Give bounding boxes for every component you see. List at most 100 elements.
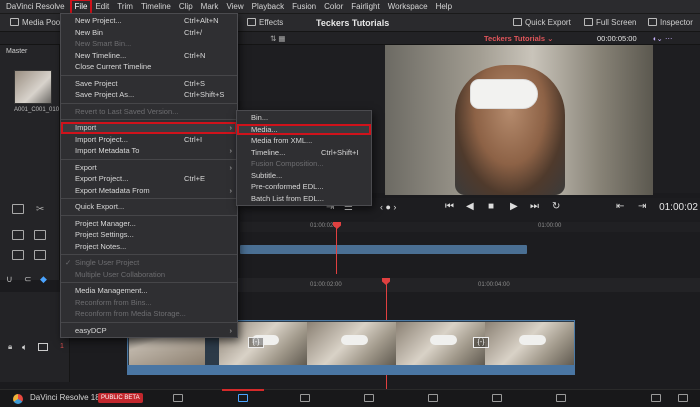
menu-help[interactable]: Help (432, 0, 456, 14)
upper-timeline-clip[interactable] (240, 245, 527, 254)
chevron-right-icon: › (229, 123, 233, 132)
menu-item-export-metadata[interactable]: Export Metadata From › (61, 185, 237, 197)
menu-fairlight[interactable]: Fairlight (347, 0, 383, 14)
clip-thumbnail[interactable] (14, 70, 52, 104)
monitor-icon[interactable] (38, 343, 48, 351)
fusion-page-icon[interactable] (362, 392, 376, 405)
sort-icon[interactable]: ⇅ ▦ (270, 32, 285, 45)
import-item-preconformed-edl[interactable]: Pre-conformed EDL... (237, 181, 371, 193)
menu-item-label: Revert to Last Saved Version... (75, 106, 179, 116)
track-number: 1 (60, 343, 64, 350)
ruler-label-upper-2: 01:00:00 (538, 223, 562, 229)
menu-item-easydcp[interactable]: easyDCP › (61, 325, 237, 337)
menu-item-label: Export Project... (75, 174, 129, 183)
layout-icon[interactable] (12, 204, 24, 214)
menu-item-close-timeline[interactable]: Close Current Timeline (61, 61, 237, 73)
menu-item-new-timeline[interactable]: New Timeline... Ctrl+N (61, 50, 237, 62)
position-lock-icon[interactable]: ◆ (40, 274, 47, 285)
cut-page-icon[interactable] (222, 389, 264, 405)
effects-icon (247, 18, 256, 26)
bin-master[interactable]: Master (6, 48, 27, 55)
import-item-batch-list[interactable]: Batch List from EDL... (237, 193, 371, 205)
replace-icon[interactable] (12, 250, 24, 260)
menu-timeline[interactable]: Timeline (137, 0, 175, 14)
last-frame-icon[interactable]: ⏭ (530, 201, 539, 212)
project-title: Teckers Tutorials (316, 18, 390, 28)
append-icon[interactable] (34, 250, 46, 260)
menu-item-project-notes[interactable]: Project Notes... (61, 241, 237, 253)
color-page-icon[interactable] (426, 392, 440, 405)
menu-separator (61, 282, 237, 283)
menu-item-import-project[interactable]: Import Project... Ctrl+I (61, 134, 237, 146)
menu-trim[interactable]: Trim (113, 0, 137, 14)
menu-item-new-project[interactable]: New Project... Ctrl+Alt+N (61, 15, 237, 27)
import-item-timeline[interactable]: Timeline... Ctrl+Shift+I (237, 147, 371, 159)
menu-item-quick-export[interactable]: Quick Export... (61, 201, 237, 213)
edit-page-icon[interactable] (298, 392, 312, 405)
audio-icon[interactable]: 🔈︎ (22, 342, 27, 353)
lock-icon[interactable]: 🔒︎ (8, 342, 12, 352)
menu-mark[interactable]: Mark (197, 0, 223, 14)
insert-icon[interactable] (12, 230, 24, 240)
menu-item-label: Import (75, 123, 97, 132)
menu-item-label: New Bin (75, 27, 103, 37)
media-page-icon[interactable] (171, 392, 185, 405)
menu-edit[interactable]: Edit (91, 0, 113, 14)
clip-name: A001_C001_010 (14, 107, 60, 113)
import-item-media-from-xml[interactable]: Media from XML... (237, 135, 371, 147)
home-icon[interactable] (649, 392, 663, 405)
settings-gear-icon[interactable] (676, 392, 690, 405)
menu-separator (61, 119, 237, 120)
viewer-video-frame[interactable] (385, 45, 653, 195)
overwrite-icon[interactable] (34, 230, 46, 240)
import-item-media[interactable]: Media... (237, 123, 371, 135)
menu-item-label: New Project... (75, 16, 122, 25)
menu-item-import[interactable]: Import › (61, 122, 237, 134)
menu-view[interactable]: View (222, 0, 247, 14)
full-screen-button[interactable]: Full Screen (584, 14, 636, 32)
menu-clip[interactable]: Clip (175, 0, 197, 14)
timeline-selector[interactable]: Teckers Tutorials ⌄ (484, 32, 553, 45)
linked-selection-icon[interactable]: ⊂ (24, 274, 32, 285)
deliver-page-icon[interactable] (554, 392, 568, 405)
menu-item-import-metadata[interactable]: Import Metadata To › (61, 145, 237, 157)
razor-icon[interactable]: ✂ (36, 204, 48, 215)
upper-timeline-ruler[interactable]: 01:00:02: 01:00:00 (240, 222, 700, 232)
reverse-icon[interactable]: ◀ (466, 201, 474, 212)
import-item-bin[interactable]: Bin... (237, 112, 371, 124)
menu-item-export-project[interactable]: Export Project... Ctrl+E (61, 173, 237, 185)
stop-icon[interactable]: ■ (488, 201, 494, 212)
menu-workspace[interactable]: Workspace (384, 0, 432, 14)
snapping-icon[interactable]: ∪ (6, 274, 13, 285)
menu-item-media-management[interactable]: Media Management... (61, 285, 237, 297)
quick-export-button[interactable]: Quick Export (513, 14, 571, 32)
jog-control-icon[interactable]: ‹ ● › (380, 202, 396, 212)
menu-file[interactable]: File (69, 0, 93, 15)
menu-separator (61, 74, 237, 76)
viewer-options-icon[interactable]: ◖⌄ ⋯ (652, 32, 672, 45)
first-frame-icon[interactable]: ⏮ (445, 201, 454, 212)
prev-edit-icon[interactable]: ⇤ (616, 201, 624, 212)
next-edit-icon[interactable]: ⇥ (638, 201, 646, 212)
fx-icon: {-} (473, 337, 489, 348)
play-icon[interactable]: ▶ (510, 201, 518, 212)
menu-item-project-manager[interactable]: Project Manager... (61, 218, 237, 230)
shortcut-label: Ctrl+I (184, 134, 203, 144)
menu-item-project-settings[interactable]: Project Settings... (61, 229, 237, 241)
effects-button[interactable]: Effects (247, 14, 283, 32)
menu-playback[interactable]: Playback (248, 0, 288, 14)
menu-color[interactable]: Color (320, 0, 347, 14)
import-item-fusion-composition: Fusion Composition... (237, 158, 371, 170)
loop-icon[interactable]: ↻ (552, 201, 560, 212)
menu-item-save-project[interactable]: Save Project Ctrl+S (61, 78, 237, 90)
menu-fusion[interactable]: Fusion (288, 0, 320, 14)
import-item-subtitle[interactable]: Subtitle... (237, 170, 371, 182)
menu-item-new-bin[interactable]: New Bin Ctrl+/ (61, 27, 237, 39)
inspector-button[interactable]: Inspector (648, 14, 693, 32)
media-pool-button[interactable]: Media Poo (10, 14, 60, 32)
menu-item-label: Timeline... (251, 147, 286, 157)
fairlight-page-icon[interactable] (490, 392, 504, 405)
menu-item-export[interactable]: Export › (61, 162, 237, 174)
playhead-upper[interactable] (336, 222, 337, 274)
menu-item-save-project-as[interactable]: Save Project As... Ctrl+Shift+S (61, 89, 237, 101)
